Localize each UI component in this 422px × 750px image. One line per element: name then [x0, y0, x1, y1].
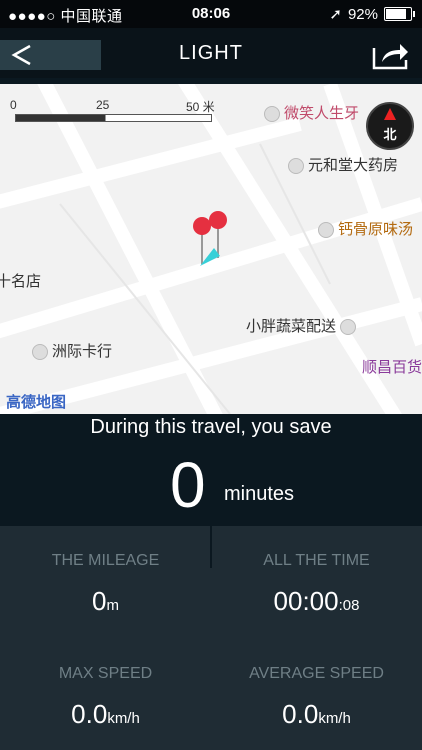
mileage-label: THE MILEAGE	[51, 552, 160, 569]
stat-all-time: ALL THE TIME 00:00:08	[211, 552, 422, 617]
battery-percent: 92%	[347, 5, 378, 23]
max-speed-value: 0.0	[71, 699, 108, 729]
scale-label-25: 25	[96, 98, 110, 112]
scale-bar	[15, 114, 212, 122]
poi-label: 洲际卡行	[52, 343, 113, 360]
save-value: 0	[170, 449, 206, 521]
map-watermark: 高德地图	[6, 394, 67, 411]
poi-card[interactable]: 洲际卡行	[32, 340, 112, 361]
stat-max-speed: MAX SPEED 0.0km/h	[0, 665, 211, 730]
mileage-value-row: 0m	[0, 586, 211, 617]
mileage-value: 0	[92, 586, 107, 616]
poi-label: 元和堂大药房	[308, 157, 399, 174]
stats-panel: THE MILEAGE 0m ALL THE TIME 00:00:08 MAX…	[0, 526, 422, 750]
scale-labels: 0 25 50 米	[10, 98, 215, 114]
compass-label: 北	[383, 127, 397, 142]
average-speed-unit: km/h	[318, 710, 351, 727]
poi-label: 十名店	[0, 273, 42, 290]
max-speed-value-row: 0.0km/h	[0, 699, 211, 730]
scale-label-50: 50 米	[186, 100, 215, 114]
poi-store[interactable]: 十名店	[0, 270, 41, 291]
location-arrow-icon: ➚	[329, 6, 342, 23]
average-speed-value-row: 0.0km/h	[211, 699, 422, 730]
stat-average-speed: AVERAGE SPEED 0.0km/h	[211, 665, 422, 730]
page-title: LIGHT	[179, 42, 243, 64]
save-summary: During this travel, you save 0 minutes	[0, 414, 422, 526]
stat-mileage: THE MILEAGE 0m	[0, 552, 211, 617]
battery-icon	[384, 7, 415, 21]
poi-label: 微笑人生牙	[284, 105, 360, 122]
poi-soup[interactable]: 钙骨原味汤	[318, 218, 413, 239]
all-time-value-row: 00:00:08	[211, 586, 422, 617]
poi-shunchang[interactable]: 顺昌百货	[362, 356, 422, 377]
max-speed-label: MAX SPEED	[58, 665, 153, 682]
poi-label: 顺昌百货	[362, 359, 422, 376]
poi-veg-delivery[interactable]: 小胖蔬菜配送	[246, 315, 360, 336]
save-message: During this travel, you save	[90, 416, 332, 438]
map-view[interactable]: 0 25 50 米 北 微笑人生牙 元和堂大药房 钙骨原味汤 小胖蔬菜配送 洲际…	[0, 84, 422, 414]
poi-label: 钙骨原味汤	[338, 221, 414, 238]
compass-icon[interactable]: 北	[366, 102, 414, 150]
share-icon[interactable]	[370, 38, 410, 72]
mileage-unit: m	[106, 597, 119, 614]
all-time-label: ALL THE TIME	[263, 552, 370, 569]
save-unit: minutes	[224, 483, 295, 505]
poi-label: 小胖蔬菜配送	[246, 318, 337, 335]
average-speed-label: AVERAGE SPEED	[249, 665, 384, 682]
nav-bar: LIGHT	[0, 28, 422, 78]
max-speed-unit: km/h	[107, 710, 140, 727]
scale-label-0: 0	[10, 98, 17, 112]
start-end-pin-icon[interactable]	[190, 208, 250, 268]
poi-smile-dental[interactable]: 微笑人生牙	[264, 102, 359, 123]
all-time-value: 00:00	[273, 586, 339, 616]
all-time-seconds: :08	[338, 597, 360, 614]
poi-pharmacy[interactable]: 元和堂大药房	[288, 154, 398, 175]
average-speed-value: 0.0	[282, 699, 319, 729]
status-bar: ●●●●○ 中国联通 08:06 ➚ 92%	[0, 0, 422, 28]
